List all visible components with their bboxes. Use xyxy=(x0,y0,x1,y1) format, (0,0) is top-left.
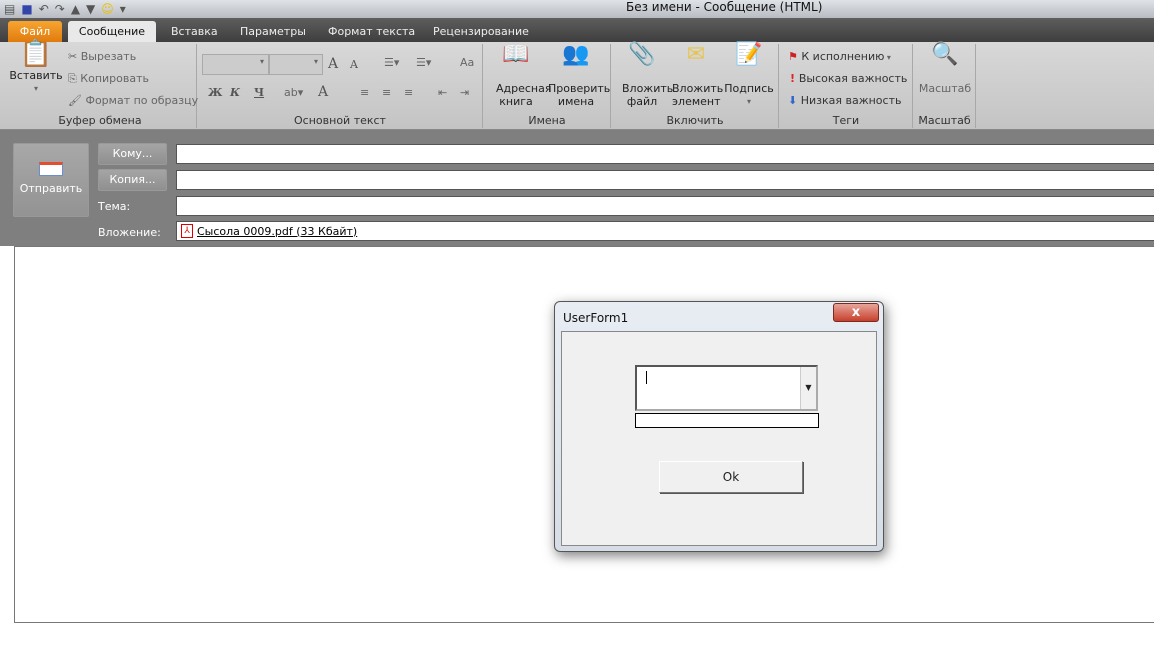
magnifier-icon: 🔍 xyxy=(931,42,959,67)
paperclip-icon: 📎 xyxy=(628,42,656,67)
signature-button[interactable]: 📝 Подпись ▾ xyxy=(722,42,776,108)
format-painter-button[interactable]: 🖌 Формат по образцу xyxy=(68,94,198,107)
quick-access-toolbar: ▤ ■ ↶ ↷ ▲ ▼ ☺ ▾ xyxy=(4,1,126,17)
bullets-icon[interactable]: ☰▾ xyxy=(384,56,399,69)
envelope-icon: ✉ xyxy=(686,42,706,67)
high-importance-button[interactable]: ! Высокая важность xyxy=(790,72,907,85)
attachment-link[interactable]: Сысола 0009.pdf (33 Кбайт) xyxy=(197,225,357,238)
address-book-button[interactable]: 📖 Адресная книга xyxy=(486,42,551,109)
smiley-icon[interactable]: ☺ xyxy=(101,2,114,16)
ribbon-tabs: Файл Сообщение Вставка Параметры Формат … xyxy=(0,18,1154,42)
grow-font-button[interactable]: A xyxy=(328,56,338,72)
title-bar: ▤ ■ ↶ ↷ ▲ ▼ ☺ ▾ Без имени - Сообщение (H… xyxy=(0,0,1154,18)
close-button[interactable]: x xyxy=(833,303,879,322)
pdf-icon: ⅄ xyxy=(181,224,193,238)
align-left-icon[interactable]: ≡ xyxy=(360,86,369,99)
text-caret xyxy=(646,371,647,384)
userform-dialog: UserForm1 x ▼ Ok xyxy=(554,301,884,552)
attach-file-button[interactable]: 📎 Вложить файл xyxy=(614,42,673,109)
combo-box[interactable]: ▼ xyxy=(635,365,818,411)
group-label: Масштаб xyxy=(918,114,971,127)
check-names-icon: 👥 xyxy=(562,42,590,67)
group-zoom: 🔍 Масштаб Масштаб xyxy=(914,44,976,128)
group-tags: ⚑ К исполнению ▾ ! Высокая важность ⬇ Ни… xyxy=(780,44,913,128)
copy-icon: ⎘ xyxy=(68,72,81,85)
highlight-icon[interactable]: ab▾ xyxy=(284,86,303,99)
align-center-icon[interactable]: ≡ xyxy=(382,86,391,99)
clipboard-icon: 📋 xyxy=(19,39,53,69)
signature-icon: 📝 xyxy=(735,42,763,67)
font-size-select[interactable]: ▾ xyxy=(269,54,323,75)
brush-icon: 🖌 xyxy=(68,94,86,107)
tab-insert[interactable]: Вставка xyxy=(163,21,226,42)
tab-review[interactable]: Рецензирование xyxy=(425,21,537,42)
flag-icon: ⚑ xyxy=(788,50,802,63)
font-name-select[interactable]: ▾ xyxy=(202,54,269,75)
send-envelope-icon xyxy=(39,162,63,176)
dialog-client: ▼ Ok xyxy=(561,331,877,546)
message-header: Отправить Кому... Копия... Тема: Вложени… xyxy=(0,130,1154,246)
up-icon[interactable]: ▲ xyxy=(71,2,80,16)
underline-button[interactable]: Ч xyxy=(254,86,264,99)
group-include: 📎 Вложить файл ✉ Вложить элемент 📝 Подпи… xyxy=(612,44,779,128)
customize-qat-icon[interactable]: ▾ xyxy=(120,2,126,16)
paste-button[interactable]: 📋 Вставить ▾ xyxy=(6,39,66,95)
ok-button[interactable]: Ok xyxy=(659,461,803,493)
window-title: Без имени - Сообщение (HTML) xyxy=(626,0,823,14)
increase-indent-icon[interactable]: ⇥ xyxy=(460,86,469,99)
send-button[interactable]: Отправить xyxy=(13,143,89,217)
subject-field[interactable] xyxy=(176,196,1154,216)
address-book-icon: 📖 xyxy=(502,42,530,67)
group-basic-text: ▾ ▾ A A ☰▾ ☰▾ Aa Ж К Ч ab▾ A ≡ ≡ ≡ ⇤ ⇥ О… xyxy=(198,44,483,128)
to-field[interactable] xyxy=(176,144,1154,164)
group-label: Имена xyxy=(528,114,566,127)
tab-message[interactable]: Сообщение xyxy=(68,21,156,42)
attach-item-button[interactable]: ✉ Вложить элемент xyxy=(668,42,724,109)
shrink-font-button[interactable]: A xyxy=(350,58,358,71)
zoom-button[interactable]: 🔍 Масштаб xyxy=(916,42,974,96)
follow-up-button[interactable]: ⚑ К исполнению ▾ xyxy=(788,50,891,63)
scissors-icon: ✂ xyxy=(68,50,81,63)
check-names-button[interactable]: 👥 Проверить имена xyxy=(544,42,610,109)
bold-button[interactable]: Ж xyxy=(208,86,222,99)
group-label: Основной текст xyxy=(294,114,386,127)
tab-options[interactable]: Параметры xyxy=(232,21,314,42)
exclamation-icon: ! xyxy=(790,72,799,85)
group-label: Включить xyxy=(666,114,724,127)
dropdown-arrow-icon[interactable]: ▼ xyxy=(800,367,816,409)
low-importance-button[interactable]: ⬇ Низкая важность xyxy=(788,94,901,107)
attachment-field: ⅄ Сысола 0009.pdf (33 Кбайт) xyxy=(176,221,1154,241)
cc-button[interactable]: Копия... xyxy=(98,169,167,191)
undo-icon[interactable]: ↶ xyxy=(39,2,49,16)
save-icon[interactable]: ■ xyxy=(21,2,32,16)
cc-field[interactable] xyxy=(176,170,1154,190)
down-icon[interactable]: ▼ xyxy=(86,2,95,16)
group-names: 📖 Адресная книга 👥 Проверить имена Имена xyxy=(484,44,611,128)
cut-button[interactable]: ✂ Вырезать xyxy=(68,50,136,63)
dialog-title: UserForm1 xyxy=(563,311,629,325)
subject-label: Тема: xyxy=(98,200,131,213)
group-label: Буфер обмена xyxy=(58,114,142,127)
ribbon: 📋 Вставить ▾ ✂ Вырезать ⎘ Копировать 🖌 Ф… xyxy=(0,39,1154,130)
copy-button[interactable]: ⎘ Копировать xyxy=(68,72,149,86)
font-color-button[interactable]: A xyxy=(318,84,328,100)
group-clipboard: 📋 Вставить ▾ ✂ Вырезать ⎘ Копировать 🖌 Ф… xyxy=(4,39,198,128)
numbering-icon[interactable]: ☰▾ xyxy=(416,56,431,69)
to-button[interactable]: Кому... xyxy=(98,143,167,165)
decrease-indent-icon[interactable]: ⇤ xyxy=(438,86,447,99)
group-label: Теги xyxy=(832,114,860,127)
text-box[interactable] xyxy=(635,413,819,428)
styles-icon[interactable]: Aa xyxy=(460,56,474,69)
close-icon: x xyxy=(851,305,861,320)
italic-button[interactable]: К xyxy=(230,86,240,99)
redo-icon[interactable]: ↷ xyxy=(55,2,65,16)
attachment-label: Вложение: xyxy=(98,226,161,239)
tab-format-text[interactable]: Формат текста xyxy=(320,21,423,42)
align-right-icon[interactable]: ≡ xyxy=(404,86,413,99)
outlook-icon[interactable]: ▤ xyxy=(4,2,15,16)
down-arrow-icon: ⬇ xyxy=(788,94,801,107)
